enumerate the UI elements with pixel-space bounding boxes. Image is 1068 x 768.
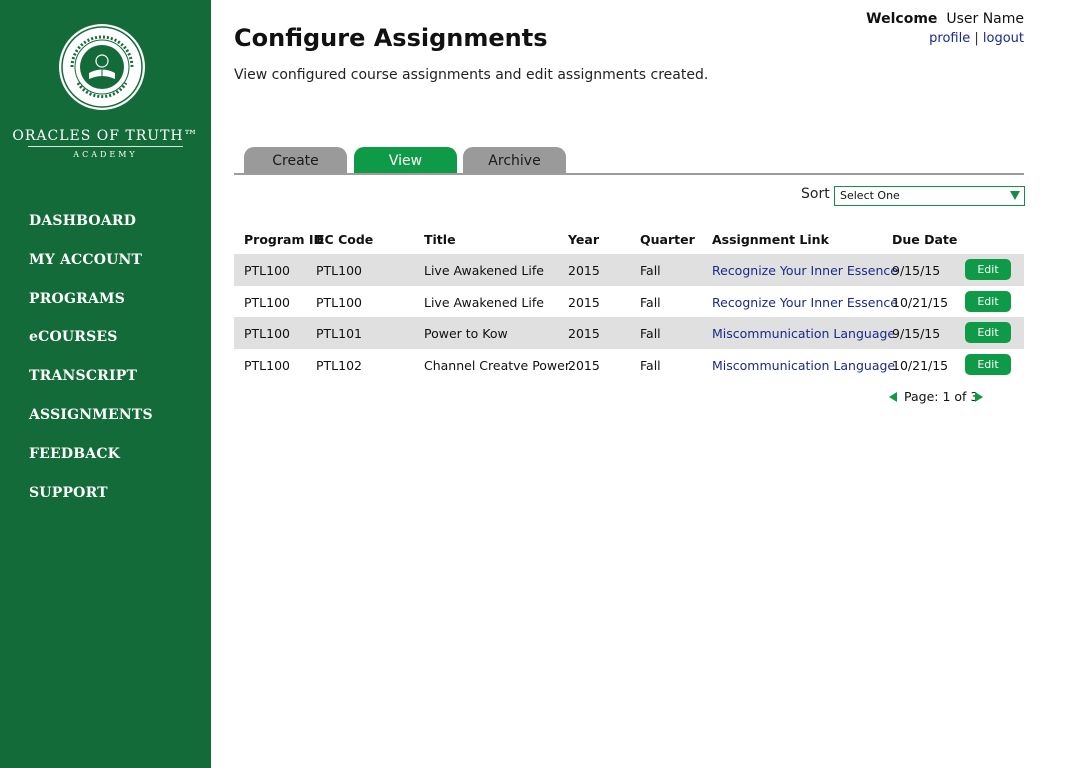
tab-view[interactable]: View (354, 147, 457, 173)
header-assignment-link: Assignment Link (712, 232, 829, 247)
cell-ec-code: PTL101 (316, 326, 362, 341)
triangle-right-icon[interactable] (975, 392, 983, 402)
cell-due-date: 9/15/15 (892, 326, 941, 341)
header-ec-code: EC Code (316, 232, 374, 247)
table-row: PTL100 PTL102 Channel Creatve Power 2015… (234, 349, 1024, 381)
profile-link[interactable]: profile (929, 31, 970, 46)
logout-link[interactable]: logout (983, 31, 1024, 46)
sort-select[interactable]: Select One (834, 186, 1025, 206)
cell-title: Live Awakened Life (424, 294, 544, 310)
table-header: Program ID EC Code Title Year Quarter As… (234, 226, 1024, 254)
nav-item-feedback: FEEDBACK (29, 443, 153, 482)
assignments-table: Program ID EC Code Title Year Quarter As… (234, 226, 1024, 380)
tab-divider (234, 173, 1024, 175)
welcome-label: Welcome (866, 11, 938, 27)
nav-link-support[interactable]: SUPPORT (29, 485, 108, 501)
nav-link-assignments[interactable]: ASSIGNMENTS (29, 407, 153, 423)
nav-link-transcript[interactable]: TRANSCRIPT (29, 368, 137, 384)
nav-item-my-account: MY ACCOUNT (29, 249, 153, 288)
brand-divider (28, 146, 183, 147)
cell-quarter: Fall (640, 326, 661, 341)
cell-title: Channel Creatve Power (424, 357, 570, 373)
nav-item-transcript: TRANSCRIPT (29, 365, 153, 404)
header-title: Title (424, 232, 456, 247)
triangle-down-icon (1010, 191, 1020, 200)
nav-link-feedback[interactable]: FEEDBACK (29, 446, 120, 462)
table-row: PTL100 PTL100 Live Awakened Life 2015 Fa… (234, 254, 1024, 286)
nav-item-assignments: ASSIGNMENTS (29, 404, 153, 443)
brand: ORACLES OF TRUTH™ ACADEMY (0, 128, 211, 159)
cell-year: 2015 (568, 294, 600, 310)
nav-link-my-account[interactable]: MY ACCOUNT (29, 252, 142, 268)
assignment-link[interactable]: Miscommunication Language (712, 326, 895, 341)
edit-button[interactable]: Edit (965, 259, 1011, 280)
assignment-link[interactable]: Miscommunication Language (712, 358, 895, 373)
cell-ec-code: PTL100 (316, 294, 362, 310)
cell-program-id: PTL100 (244, 263, 290, 278)
header-quarter: Quarter (640, 232, 695, 247)
sort-selected-value: Select One (840, 189, 900, 202)
cell-year: 2015 (568, 263, 600, 278)
nav-item-dashboard: DASHBOARD (29, 210, 153, 249)
cell-year: 2015 (568, 357, 600, 373)
table-row: PTL100 PTL101 Power to Kow 2015 Fall Mis… (234, 317, 1024, 349)
user-links: profile | logout (929, 31, 1024, 46)
page-indicator: Page: 1 of 3 (904, 389, 979, 404)
nav-item-support: SUPPORT (29, 482, 153, 521)
edit-button[interactable]: Edit (965, 290, 1011, 312)
brand-subtitle: ACADEMY (73, 150, 138, 159)
cell-due-date: 9/15/15 (892, 263, 941, 278)
brand-name: ORACLES OF TRUTH™ (12, 128, 199, 144)
main-nav: DASHBOARD MY ACCOUNT PROGRAMS eCOURSES T… (29, 210, 153, 520)
tab-archive[interactable]: Archive (463, 147, 566, 173)
assignment-link[interactable]: Recognize Your Inner Essence (712, 295, 898, 310)
cell-title: Power to Kow (424, 326, 508, 341)
edit-button[interactable]: Edit (965, 353, 1011, 375)
cell-ec-code: PTL100 (316, 263, 362, 278)
header-program-id: Program ID (244, 232, 324, 247)
cell-program-id: PTL100 (244, 326, 290, 341)
nav-link-dashboard[interactable]: DASHBOARD (29, 213, 136, 229)
table-row: PTL100 PTL100 Live Awakened Life 2015 Fa… (234, 286, 1024, 318)
nav-item-programs: PROGRAMS (29, 288, 153, 327)
link-separator: | (974, 31, 979, 46)
header-year: Year (568, 232, 599, 247)
welcome-message: Welcome User Name (866, 11, 1024, 27)
page-title: Configure Assignments (234, 24, 548, 52)
academy-seal-icon[interactable] (58, 23, 146, 111)
nav-link-ecourses[interactable]: eCOURSES (29, 329, 118, 345)
cell-year: 2015 (568, 326, 600, 341)
tab-create[interactable]: Create (244, 147, 347, 173)
cell-program-id: PTL100 (244, 294, 290, 310)
cell-title: Live Awakened Life (424, 263, 544, 278)
user-name: User Name (946, 11, 1024, 27)
assignment-link[interactable]: Recognize Your Inner Essence (712, 263, 898, 278)
sort-label: Sort (801, 186, 830, 202)
cell-quarter: Fall (640, 357, 661, 373)
nav-item-ecourses: eCOURSES (29, 326, 153, 365)
cell-due-date: 10/21/15 (892, 357, 949, 373)
page-description: View configured course assignments and e… (234, 67, 709, 83)
sidebar: ORACLES OF TRUTH™ ACADEMY DASHBOARD MY A… (0, 0, 211, 768)
cell-due-date: 10/21/15 (892, 294, 949, 310)
nav-link-programs[interactable]: PROGRAMS (29, 291, 125, 307)
edit-button[interactable]: Edit (965, 322, 1011, 343)
header-due-date: Due Date (892, 232, 958, 247)
cell-quarter: Fall (640, 294, 661, 310)
cell-ec-code: PTL102 (316, 357, 362, 373)
cell-program-id: PTL100 (244, 357, 290, 373)
cell-quarter: Fall (640, 263, 661, 278)
triangle-left-icon[interactable] (889, 392, 897, 402)
